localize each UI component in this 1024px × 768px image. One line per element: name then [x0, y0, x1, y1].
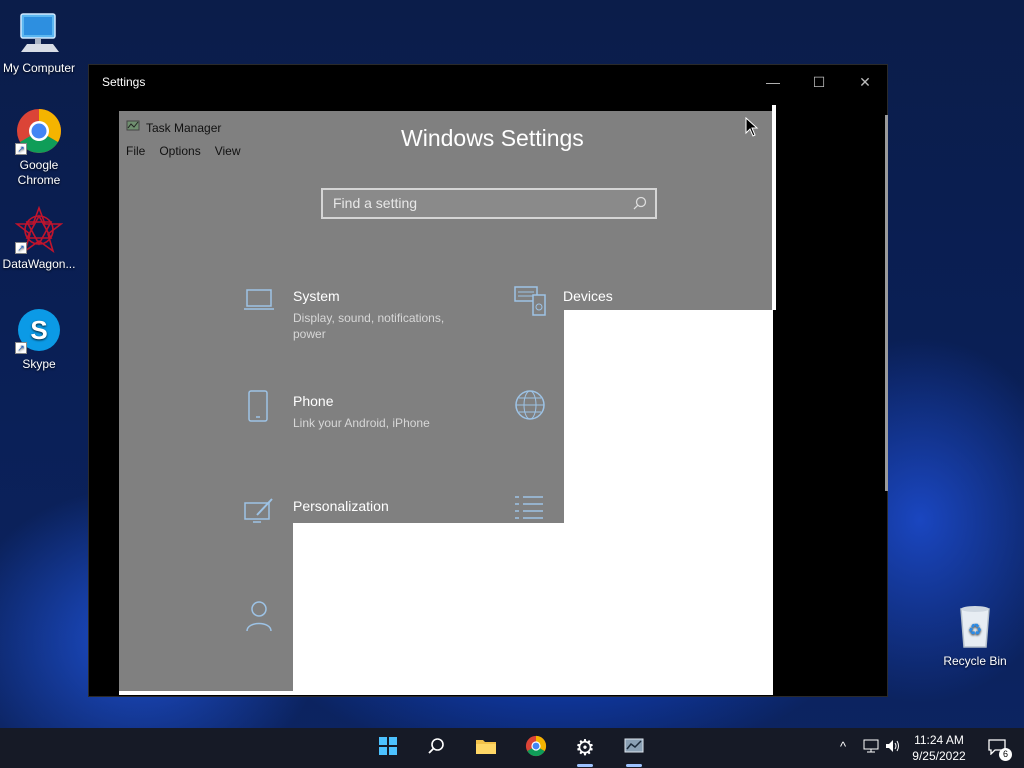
windows-logo-icon: [378, 736, 398, 761]
tile-system-desc: Display, sound, notifications, power: [293, 311, 445, 341]
menu-item-options[interactable]: Options: [159, 144, 200, 158]
shortcut-arrow-icon: ↗: [15, 143, 27, 155]
clock-date: 9/25/2022: [912, 749, 966, 763]
settings-window: Settings — ☐ ✕ Task Manager File Options…: [88, 64, 888, 697]
tile-system-name: System: [293, 288, 340, 304]
tile-system[interactable]: System Display, sound, notifications, po…: [293, 288, 458, 342]
maximize-button[interactable]: ☐: [796, 65, 842, 99]
unrendered-region: [293, 523, 773, 695]
task-manager-taskbar-button[interactable]: [614, 728, 654, 768]
recycle-bin-icon: ♻: [951, 603, 999, 651]
search-input[interactable]: Find a setting: [321, 188, 657, 219]
chrome-taskbar-button[interactable]: [516, 728, 556, 768]
desktop-icon-skype[interactable]: S ↗ Skype: [0, 306, 78, 372]
window-titlebar[interactable]: Settings — ☐ ✕: [89, 65, 887, 99]
tray-chevron-icon[interactable]: ^: [840, 739, 846, 754]
svg-text:♻: ♻: [968, 622, 982, 639]
file-explorer-button[interactable]: [466, 728, 506, 768]
desktop-icon-label: DataWagon...: [2, 257, 76, 271]
desktop-icon-my-computer[interactable]: My Computer: [0, 10, 78, 76]
folder-icon: [475, 737, 497, 760]
start-button[interactable]: [368, 728, 408, 768]
task-manager-menu: File Options View: [126, 144, 241, 158]
search-icon[interactable]: [633, 196, 647, 213]
gear-icon: ⚙: [575, 735, 595, 760]
close-button[interactable]: ✕: [842, 65, 888, 99]
window-scrollbar[interactable]: [885, 115, 888, 491]
taskbar: ⚙ ^ 11:24 AM 9/25/2022 6: [0, 728, 1024, 768]
chrome-icon: [525, 735, 547, 762]
pen-tablet-icon: [243, 495, 275, 530]
network-icon[interactable]: [863, 739, 879, 756]
notification-count-badge: 6: [999, 748, 1012, 761]
datawagon-icon: ↗: [14, 205, 64, 254]
volume-icon[interactable]: [885, 739, 901, 756]
menu-item-view[interactable]: View: [215, 144, 241, 158]
desktop-icon-label: Recycle Bin: [943, 654, 1007, 668]
monitor-icon: [15, 10, 63, 58]
task-manager-icon: [623, 736, 645, 761]
desktop-icon-label: Skype: [22, 357, 56, 371]
search-placeholder: Find a setting: [333, 195, 418, 211]
minimize-button[interactable]: —: [750, 65, 796, 99]
desktop-icon-datawagon[interactable]: ↗ DataWagon...: [0, 205, 78, 272]
task-manager-title: Task Manager: [126, 119, 221, 136]
window-title: Settings: [102, 75, 146, 89]
settings-content: Task Manager File Options View Windows S…: [119, 111, 773, 695]
desktop-icon-label: Google Chrome: [17, 158, 61, 187]
search-button[interactable]: [416, 728, 456, 768]
shortcut-arrow-icon: ↗: [15, 342, 27, 354]
unrendered-region: [119, 691, 293, 695]
shortcut-arrow-icon: ↗: [15, 242, 27, 254]
tile-phone-desc: Link your Android, iPhone: [293, 416, 430, 430]
page-title: Windows Settings: [401, 125, 584, 151]
tile-devices-name: Devices: [563, 288, 613, 304]
laptop-icon: [243, 287, 275, 318]
content-scrollbar[interactable]: [772, 105, 776, 310]
clock-time: 11:24 AM: [914, 733, 964, 747]
person-icon: [245, 599, 273, 638]
tile-phone-name: Phone: [293, 393, 334, 409]
menu-item-file[interactable]: File: [126, 144, 145, 158]
desktop-icon-label: My Computer: [2, 61, 76, 75]
search-icon: [427, 737, 445, 760]
notification-icon: 6: [988, 739, 1012, 761]
skype-icon: S ↗: [15, 306, 63, 354]
clock[interactable]: 11:24 AM 9/25/2022: [900, 732, 978, 764]
svg-text:S: S: [30, 315, 47, 345]
tile-phone[interactable]: Phone Link your Android, iPhone: [293, 393, 458, 431]
keyboard-devices-icon: [513, 283, 547, 322]
mouse-cursor-icon: [745, 116, 759, 142]
task-manager-icon: [126, 119, 142, 136]
tile-devices[interactable]: Devices: [563, 288, 613, 304]
phone-icon: [247, 389, 269, 428]
globe-icon: [513, 388, 547, 427]
settings-taskbar-button[interactable]: ⚙: [565, 728, 605, 768]
desktop-icon-recycle-bin[interactable]: ♻ Recycle Bin: [936, 603, 1014, 669]
desktop-icon-google-chrome[interactable]: ↗ Google Chrome: [0, 107, 78, 188]
notification-center-button[interactable]: 6: [978, 728, 1018, 768]
list-icon: [513, 493, 545, 526]
chrome-icon: ↗: [15, 107, 63, 155]
tile-personalization-name: Personalization: [293, 498, 389, 514]
tile-personalization[interactable]: Personalization: [293, 498, 389, 514]
